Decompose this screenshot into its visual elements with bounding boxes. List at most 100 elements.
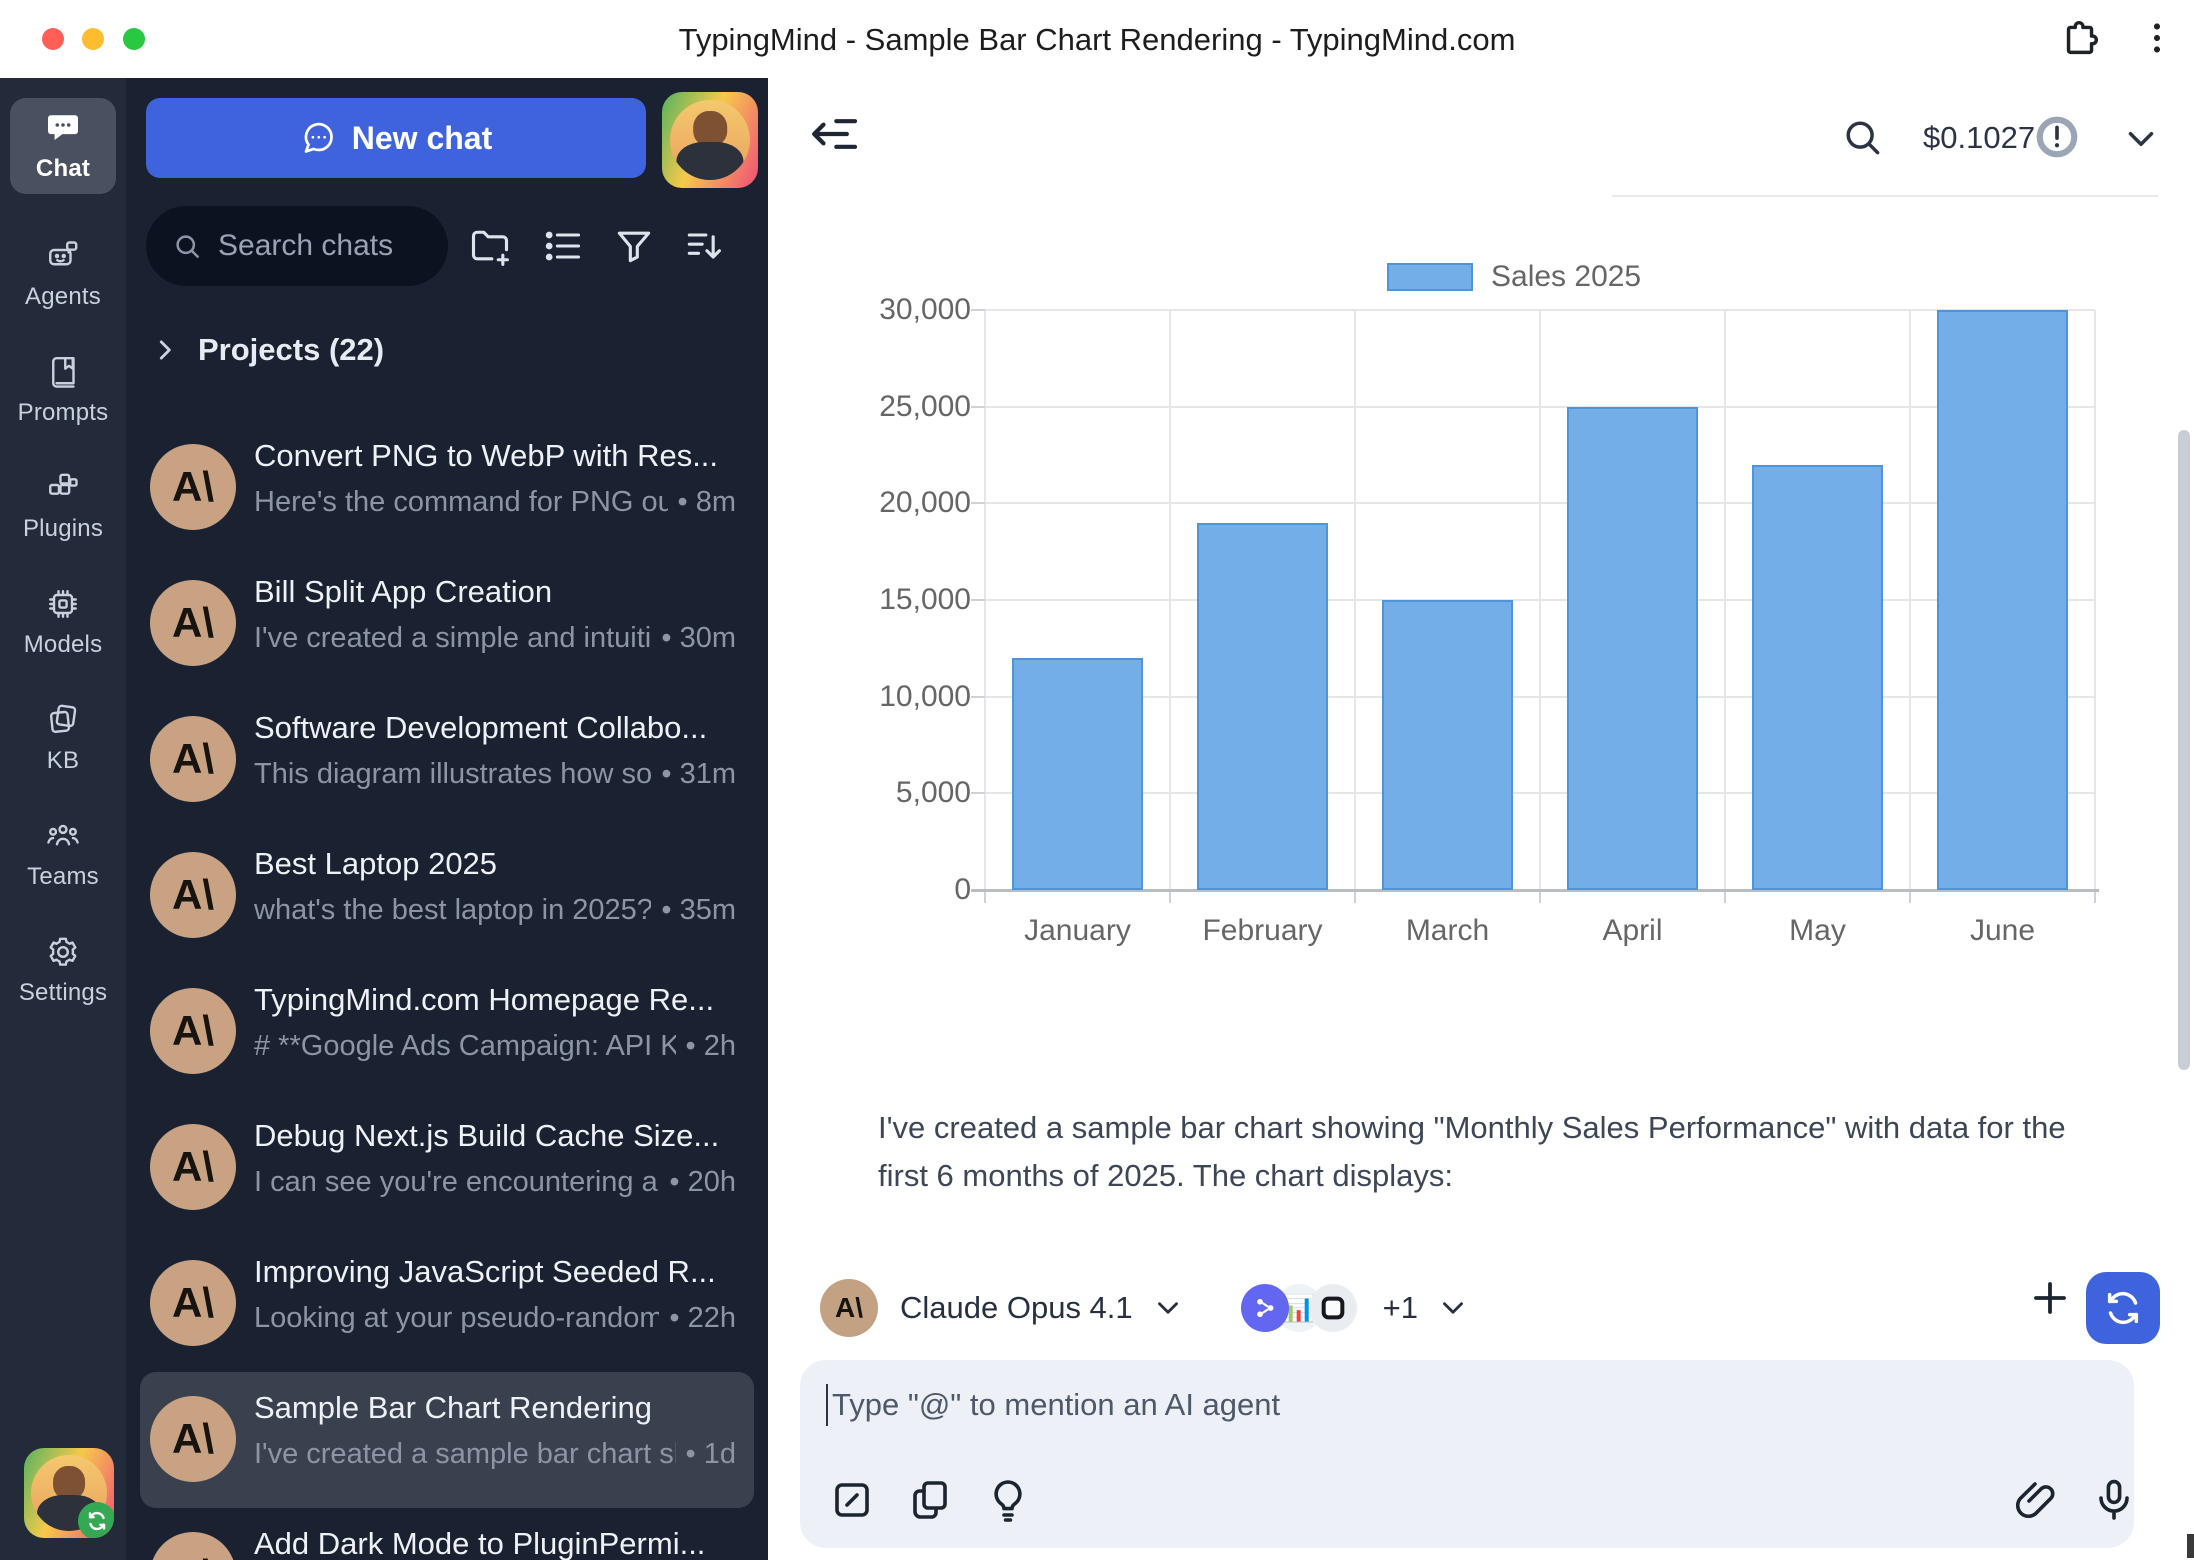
sync-badge-icon xyxy=(78,1502,114,1538)
scrollbar-thumb[interactable] xyxy=(2178,430,2190,1070)
chat-timestamp: • 31m xyxy=(661,758,736,791)
chat-timestamp: • 22h xyxy=(669,1302,736,1335)
chat-list-item[interactable]: A\ Convert PNG to WebP with Res... Here'… xyxy=(140,420,754,556)
bar-february xyxy=(1197,523,1328,890)
microphone-icon[interactable] xyxy=(2090,1476,2138,1524)
new-chat-label: New chat xyxy=(352,120,492,157)
search-conversation-icon[interactable] xyxy=(1840,115,1884,159)
rail-item-chat[interactable]: Chat xyxy=(10,98,116,194)
projects-header[interactable]: Projects (22) xyxy=(150,332,384,368)
y-tick-label: 30,000 xyxy=(821,293,971,327)
y-axis-tick xyxy=(971,406,985,408)
gridline-horizontal xyxy=(985,599,2095,601)
filter-icon[interactable] xyxy=(612,224,656,268)
sort-icon[interactable] xyxy=(682,224,726,268)
edit-square-icon[interactable] xyxy=(828,1476,876,1524)
manage-chats-icon[interactable] xyxy=(540,224,584,268)
rail-item-agents[interactable]: Agents xyxy=(10,216,116,332)
x-category-label: January xyxy=(985,914,1170,948)
add-attachment-button[interactable] xyxy=(2026,1274,2074,1322)
chat-title: Debug Next.js Build Cache Size... xyxy=(254,1118,736,1154)
gridline-horizontal xyxy=(985,696,2095,698)
chat-icon xyxy=(45,110,81,146)
chevron-down-icon[interactable] xyxy=(2120,118,2162,160)
y-axis-tick xyxy=(971,309,985,311)
chat-sidebar: New chat xyxy=(126,78,768,1560)
plugins-icon xyxy=(45,470,81,506)
chat-snippet: Looking at your pseudo-random nu... xyxy=(254,1302,659,1335)
browser-menu-icon[interactable] xyxy=(2134,15,2180,61)
chat-snippet: I can see you're encountering a Next... xyxy=(254,1166,659,1199)
model-chevron-down-icon[interactable] xyxy=(1151,1291,1185,1325)
plugins-more-count[interactable]: +1 xyxy=(1383,1290,1418,1326)
chat-snippet: what's the best laptop in 2025? xyxy=(254,894,651,927)
cost-info-icon[interactable] xyxy=(2034,114,2080,160)
chat-timestamp: • 1d xyxy=(686,1438,736,1471)
lightbulb-icon[interactable] xyxy=(984,1476,1032,1524)
anthropic-avatar: A\ xyxy=(150,852,236,938)
paperclip-icon[interactable] xyxy=(2012,1476,2060,1524)
bar-january xyxy=(1012,658,1143,890)
header-divider xyxy=(1612,195,2158,197)
chat-list-item[interactable]: A\ Sample Bar Chart Rendering I've creat… xyxy=(140,1372,754,1508)
bar-april xyxy=(1567,407,1698,890)
plugins-chevron-down-icon[interactable] xyxy=(1436,1291,1470,1325)
anthropic-avatar: A\ xyxy=(150,1396,236,1482)
chat-list-item[interactable]: A\ Add Dark Mode to PluginPermi... xyxy=(140,1508,754,1560)
search-chats-box[interactable] xyxy=(146,206,448,286)
chat-list-item[interactable]: A\ Best Laptop 2025 what's the best lapt… xyxy=(140,828,754,964)
x-category-label: February xyxy=(1170,914,1355,948)
nav-rail: Chat Agents Prompts Plugins Models KB Te… xyxy=(0,78,126,1560)
legend-swatch xyxy=(1387,263,1473,291)
chat-timestamp: • 30m xyxy=(661,622,736,655)
teams-icon xyxy=(45,818,81,854)
chat-title: Improving JavaScript Seeded R... xyxy=(254,1254,736,1290)
y-tick-label: 20,000 xyxy=(821,486,971,520)
search-chats-input[interactable] xyxy=(216,228,440,264)
square-plugin-icon xyxy=(1309,1284,1357,1332)
collapse-sidebar-icon[interactable] xyxy=(806,106,862,162)
chat-list-item[interactable]: A\ TypingMind.com Homepage Re... # **Goo… xyxy=(140,964,754,1100)
bar-may xyxy=(1752,465,1883,890)
active-plugins[interactable]: 📊 xyxy=(1241,1282,1363,1334)
account-avatar[interactable] xyxy=(24,1448,114,1538)
new-chat-button[interactable]: New chat xyxy=(146,98,646,178)
chat-snippet: Here's the command for PNG output ... xyxy=(254,486,668,519)
rail-item-teams[interactable]: Teams xyxy=(10,796,116,912)
user-avatar[interactable] xyxy=(662,92,758,188)
bar-june xyxy=(1937,310,2068,890)
window-title: TypingMind - Sample Bar Chart Rendering … xyxy=(0,22,2194,58)
y-tick-label: 25,000 xyxy=(821,390,971,424)
regenerate-button[interactable] xyxy=(2086,1272,2160,1344)
rail-item-label: Plugins xyxy=(23,515,103,543)
rail-item-label: Chat xyxy=(36,155,90,183)
search-icon xyxy=(172,231,202,261)
titlebar: TypingMind - Sample Bar Chart Rendering … xyxy=(0,0,2194,78)
rail-item-settings[interactable]: Settings xyxy=(10,912,116,1028)
chat-list-item[interactable]: A\ Debug Next.js Build Cache Size... I c… xyxy=(140,1100,754,1236)
anthropic-avatar: A\ xyxy=(150,1532,236,1560)
rail-item-prompts[interactable]: Prompts xyxy=(10,332,116,448)
usage-cost[interactable]: $0.1027 xyxy=(1923,120,2035,156)
chat-list-item[interactable]: A\ Software Development Collabo... This … xyxy=(140,692,754,828)
chat-list-item[interactable]: A\ Improving JavaScript Seeded R... Look… xyxy=(140,1236,754,1372)
rail-item-kb[interactable]: KB xyxy=(10,680,116,796)
model-selector[interactable]: Claude Opus 4.1 xyxy=(900,1290,1133,1326)
pages-icon[interactable] xyxy=(906,1476,954,1524)
chat-tools-row xyxy=(126,206,768,286)
x-category-label: April xyxy=(1540,914,1725,948)
rail-item-models[interactable]: Models xyxy=(10,564,116,680)
chat-snippet: This diagram illustrates how softwar... xyxy=(254,758,651,791)
anthropic-avatar: A\ xyxy=(150,1124,236,1210)
extensions-icon[interactable] xyxy=(2058,15,2104,61)
new-folder-icon[interactable] xyxy=(468,224,512,268)
chat-list-item[interactable]: A\ Bill Split App Creation I've created … xyxy=(140,556,754,692)
x-category-label: March xyxy=(1355,914,1540,948)
y-tick-label: 15,000 xyxy=(821,583,971,617)
rail-item-plugins[interactable]: Plugins xyxy=(10,448,116,564)
anthropic-model-avatar: A\ xyxy=(820,1279,878,1337)
y-axis-tick xyxy=(971,599,985,601)
anthropic-avatar: A\ xyxy=(150,716,236,802)
anthropic-avatar: A\ xyxy=(150,988,236,1074)
chart-legend-item[interactable]: Sales 2025 xyxy=(1387,260,1641,294)
